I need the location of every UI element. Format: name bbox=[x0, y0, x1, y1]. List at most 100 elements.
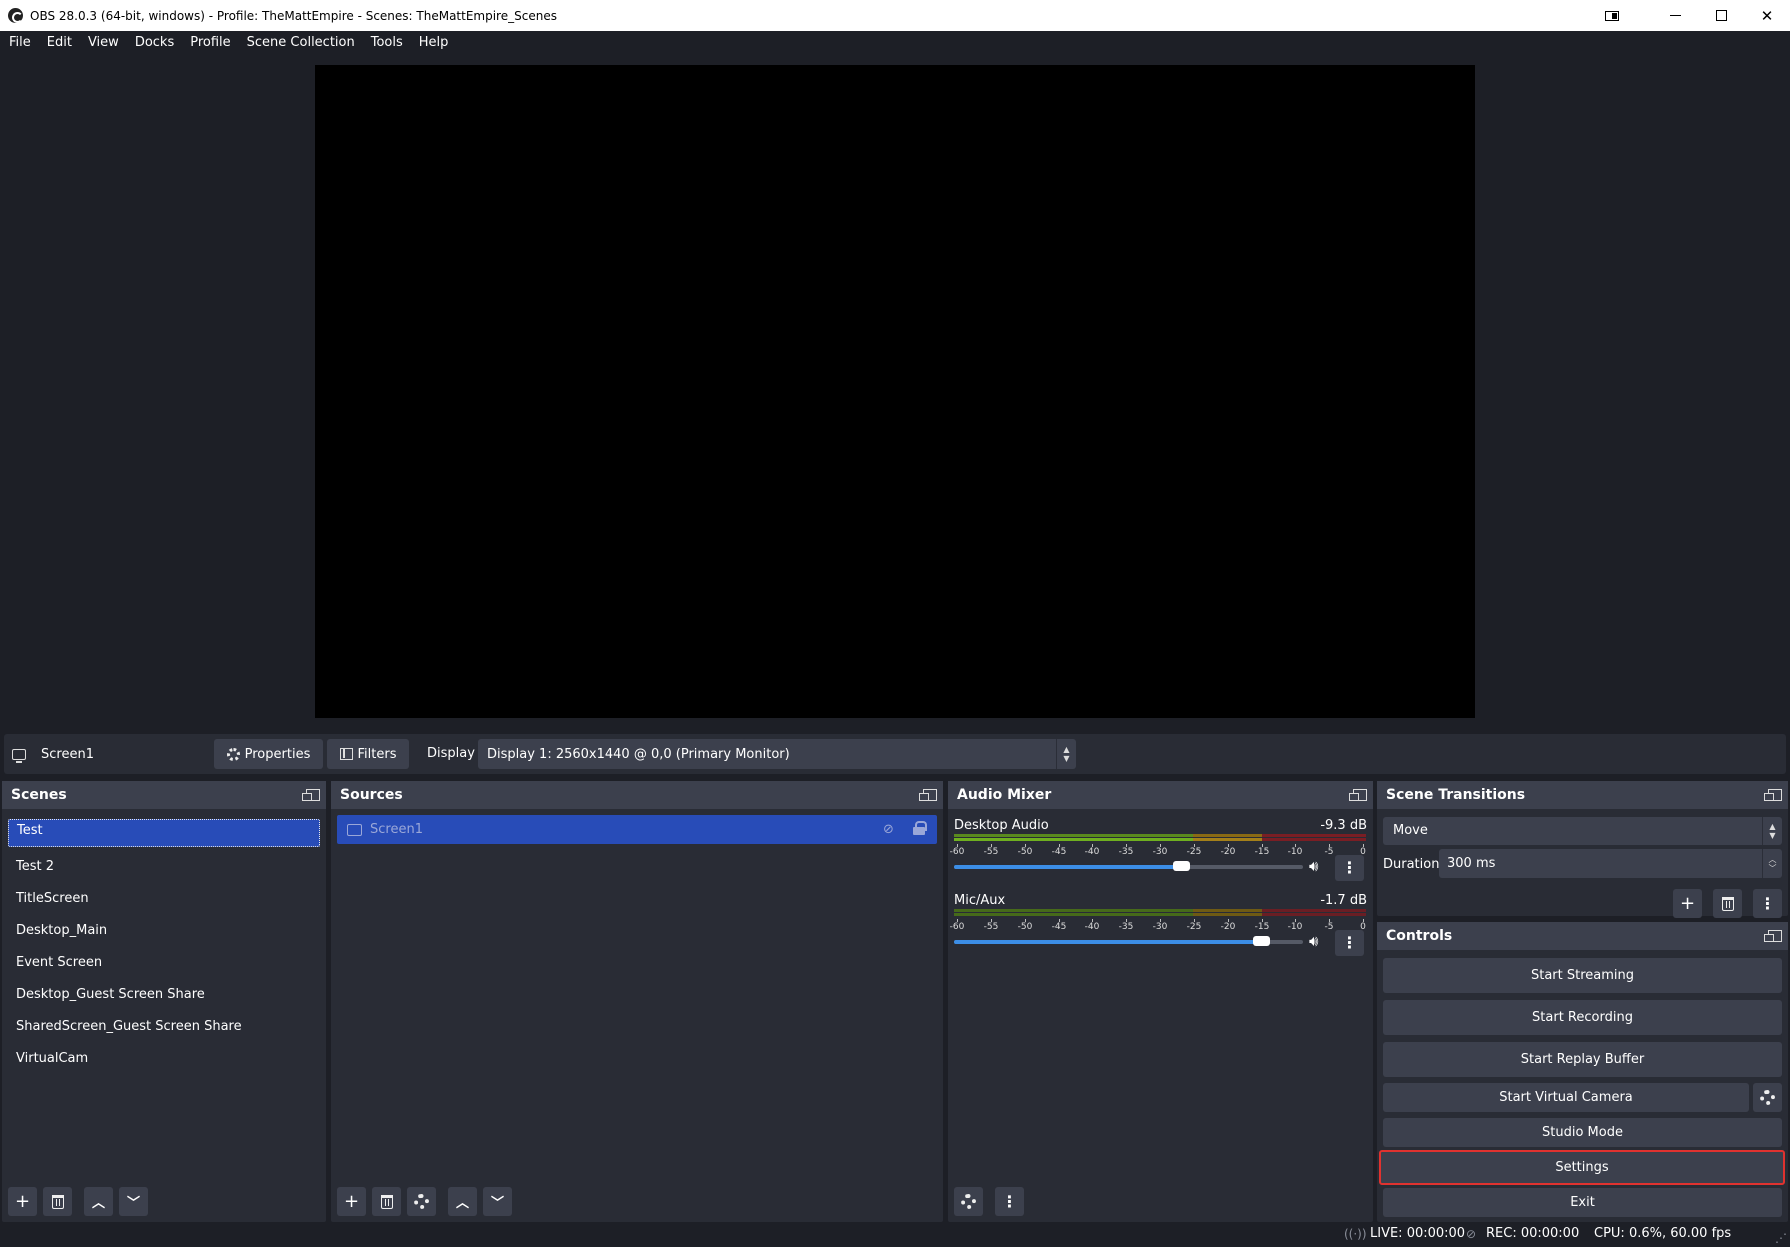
chevron-up-icon: ︿ bbox=[91, 1196, 105, 1211]
display-select[interactable]: Display 1: 2560x1440 @ 0,0 (Primary Moni… bbox=[478, 739, 1076, 769]
move-scene-up-button[interactable]: ︿ bbox=[84, 1187, 113, 1216]
menu-file[interactable]: File bbox=[0, 31, 39, 55]
move-source-up-button[interactable]: ︿ bbox=[448, 1187, 477, 1216]
scenes-footer: + ︿ ﹀ bbox=[8, 1187, 148, 1216]
mixer-menu-button[interactable]: ⋮ bbox=[995, 1187, 1024, 1216]
meter-tick-label: -55 bbox=[983, 847, 999, 857]
snap-icon bbox=[1605, 10, 1619, 21]
duration-value: 300 ms bbox=[1447, 856, 1496, 871]
undock-icon[interactable] bbox=[1764, 930, 1782, 942]
start-virtual-camera-button[interactable]: Start Virtual Camera bbox=[1383, 1083, 1749, 1112]
undock-icon[interactable] bbox=[1349, 789, 1367, 801]
controls-title: Controls bbox=[1386, 928, 1453, 944]
preview-canvas[interactable] bbox=[315, 65, 1475, 718]
source-item[interactable]: Screen1 ⊘ bbox=[337, 815, 937, 844]
undock-icon[interactable] bbox=[302, 789, 320, 801]
audio-mixer-title: Audio Mixer bbox=[957, 787, 1052, 803]
lock-icon[interactable] bbox=[913, 821, 927, 835]
remove-transition-button[interactable] bbox=[1713, 889, 1742, 918]
snap-layout-button[interactable] bbox=[1592, 0, 1632, 31]
meter-tick-label: -35 bbox=[1118, 922, 1134, 932]
maximize-button[interactable] bbox=[1698, 0, 1744, 31]
remove-source-button[interactable] bbox=[372, 1187, 401, 1216]
live-signal-icon: ((·)) bbox=[1344, 1227, 1367, 1241]
add-scene-button[interactable]: + bbox=[8, 1187, 37, 1216]
trash-icon bbox=[380, 1194, 393, 1209]
volume-slider[interactable] bbox=[954, 936, 1303, 946]
move-source-down-button[interactable]: ﹀ bbox=[483, 1187, 512, 1216]
meter-tick-label: -45 bbox=[1051, 922, 1067, 932]
chevron-up-icon: ︿ bbox=[455, 1196, 469, 1211]
close-icon: ✕ bbox=[1760, 6, 1774, 25]
updown-icon: ▲ ▼ bbox=[1762, 817, 1782, 845]
menu-profile[interactable]: Profile bbox=[182, 31, 238, 55]
meter-tick-label: -35 bbox=[1118, 847, 1134, 857]
volume-fill bbox=[954, 940, 1261, 944]
start-streaming-button[interactable]: Start Streaming bbox=[1383, 958, 1782, 993]
mixer-channel-mic-aux: Mic/Aux -1.7 dB -60 -55 -50 -45 -40 -35 -30 -25… bbox=[950, 893, 1367, 959]
scene-item[interactable]: SharedScreen_Guest Screen Share bbox=[8, 1011, 320, 1043]
remove-scene-button[interactable] bbox=[43, 1187, 72, 1216]
studio-mode-button[interactable]: Studio Mode bbox=[1383, 1118, 1782, 1147]
scene-item[interactable]: Desktop_Guest Screen Share bbox=[8, 979, 320, 1011]
volume-slider-handle[interactable] bbox=[1253, 936, 1270, 946]
meter-tick-label: -50 bbox=[1017, 922, 1033, 932]
filters-button[interactable]: Filters bbox=[327, 739, 409, 769]
start-replay-buffer-button[interactable]: Start Replay Buffer bbox=[1383, 1042, 1782, 1077]
virtual-camera-config-button[interactable] bbox=[1753, 1083, 1782, 1112]
transition-buttons: + ⋮ bbox=[1673, 889, 1782, 918]
transition-menu-button[interactable]: ⋮ bbox=[1753, 889, 1782, 918]
menu-edit[interactable]: Edit bbox=[39, 31, 80, 55]
move-scene-down-button[interactable]: ﹀ bbox=[119, 1187, 148, 1216]
window-title: OBS 28.0.3 (64-bit, windows) - Profile: … bbox=[30, 8, 557, 23]
speaker-icon[interactable]: 🔊︎ bbox=[1309, 857, 1318, 875]
settings-button[interactable]: Settings bbox=[1379, 1150, 1785, 1185]
menu-help[interactable]: Help bbox=[411, 31, 457, 55]
channel-db: -9.3 dB bbox=[1320, 818, 1367, 833]
filters-label: Filters bbox=[357, 746, 397, 762]
window-controls: ✕ bbox=[1592, 0, 1790, 31]
minimize-button[interactable] bbox=[1652, 0, 1698, 31]
close-button[interactable]: ✕ bbox=[1744, 0, 1790, 31]
scene-item[interactable]: VirtualCam bbox=[8, 1043, 320, 1075]
menu-docks[interactable]: Docks bbox=[127, 31, 182, 55]
scene-item[interactable]: Test 2 bbox=[8, 851, 320, 883]
scene-item[interactable]: TitleScreen bbox=[8, 883, 320, 915]
sources-title: Sources bbox=[340, 787, 403, 803]
vertical-dots-icon: ⋮ bbox=[1341, 933, 1358, 952]
menu-tools[interactable]: Tools bbox=[363, 31, 411, 55]
source-properties-button[interactable] bbox=[407, 1187, 436, 1216]
advanced-audio-properties-button[interactable] bbox=[954, 1187, 983, 1216]
meter-tick-label: -30 bbox=[1152, 847, 1168, 857]
add-transition-button[interactable]: + bbox=[1673, 889, 1702, 918]
channel-name: Desktop Audio bbox=[954, 818, 1049, 833]
menu-view[interactable]: View bbox=[80, 31, 127, 55]
add-source-button[interactable]: + bbox=[337, 1187, 366, 1216]
duration-field[interactable]: 300 ms ︿ ﹀ bbox=[1439, 849, 1782, 878]
spinbox-arrows-icon[interactable]: ︿ ﹀ bbox=[1762, 849, 1782, 878]
resize-grip-icon[interactable]: ⋰ bbox=[1775, 1231, 1787, 1245]
undock-icon[interactable] bbox=[919, 789, 937, 801]
start-recording-button[interactable]: Start Recording bbox=[1383, 1000, 1782, 1035]
rec-icon: ⊘ bbox=[1466, 1227, 1477, 1241]
menu-scene-collection[interactable]: Scene Collection bbox=[239, 31, 363, 55]
volume-slider-handle[interactable] bbox=[1173, 861, 1190, 871]
meter-tick-label: -25 bbox=[1186, 922, 1202, 932]
volume-meter: -60 -55 -50 -45 -40 -35 -30 -25 -20 -15 -10 -5 0 bbox=[950, 909, 1366, 932]
undock-icon[interactable] bbox=[1764, 789, 1782, 801]
channel-menu-button[interactable]: ⋮ bbox=[1335, 855, 1364, 881]
transition-select[interactable]: Move ▲ ▼ bbox=[1383, 817, 1782, 845]
preview-area bbox=[0, 55, 1790, 727]
controls-dock: Controls Start Streaming Start Recording… bbox=[1377, 922, 1788, 1222]
menu-bar: File Edit View Docks Profile Scene Colle… bbox=[0, 31, 1790, 55]
speaker-icon[interactable]: 🔊︎ bbox=[1309, 932, 1318, 950]
scene-item[interactable]: Desktop_Main bbox=[8, 915, 320, 947]
channel-menu-button[interactable]: ⋮ bbox=[1335, 930, 1364, 956]
volume-slider[interactable] bbox=[954, 861, 1303, 871]
scene-item[interactable]: Event Screen bbox=[8, 947, 320, 979]
meter-tick-label: -40 bbox=[1084, 922, 1100, 932]
properties-button[interactable]: Properties bbox=[214, 739, 323, 769]
exit-button[interactable]: Exit bbox=[1383, 1188, 1782, 1217]
scene-item[interactable]: Test bbox=[8, 819, 320, 847]
visibility-hidden-icon[interactable]: ⊘ bbox=[883, 822, 899, 837]
